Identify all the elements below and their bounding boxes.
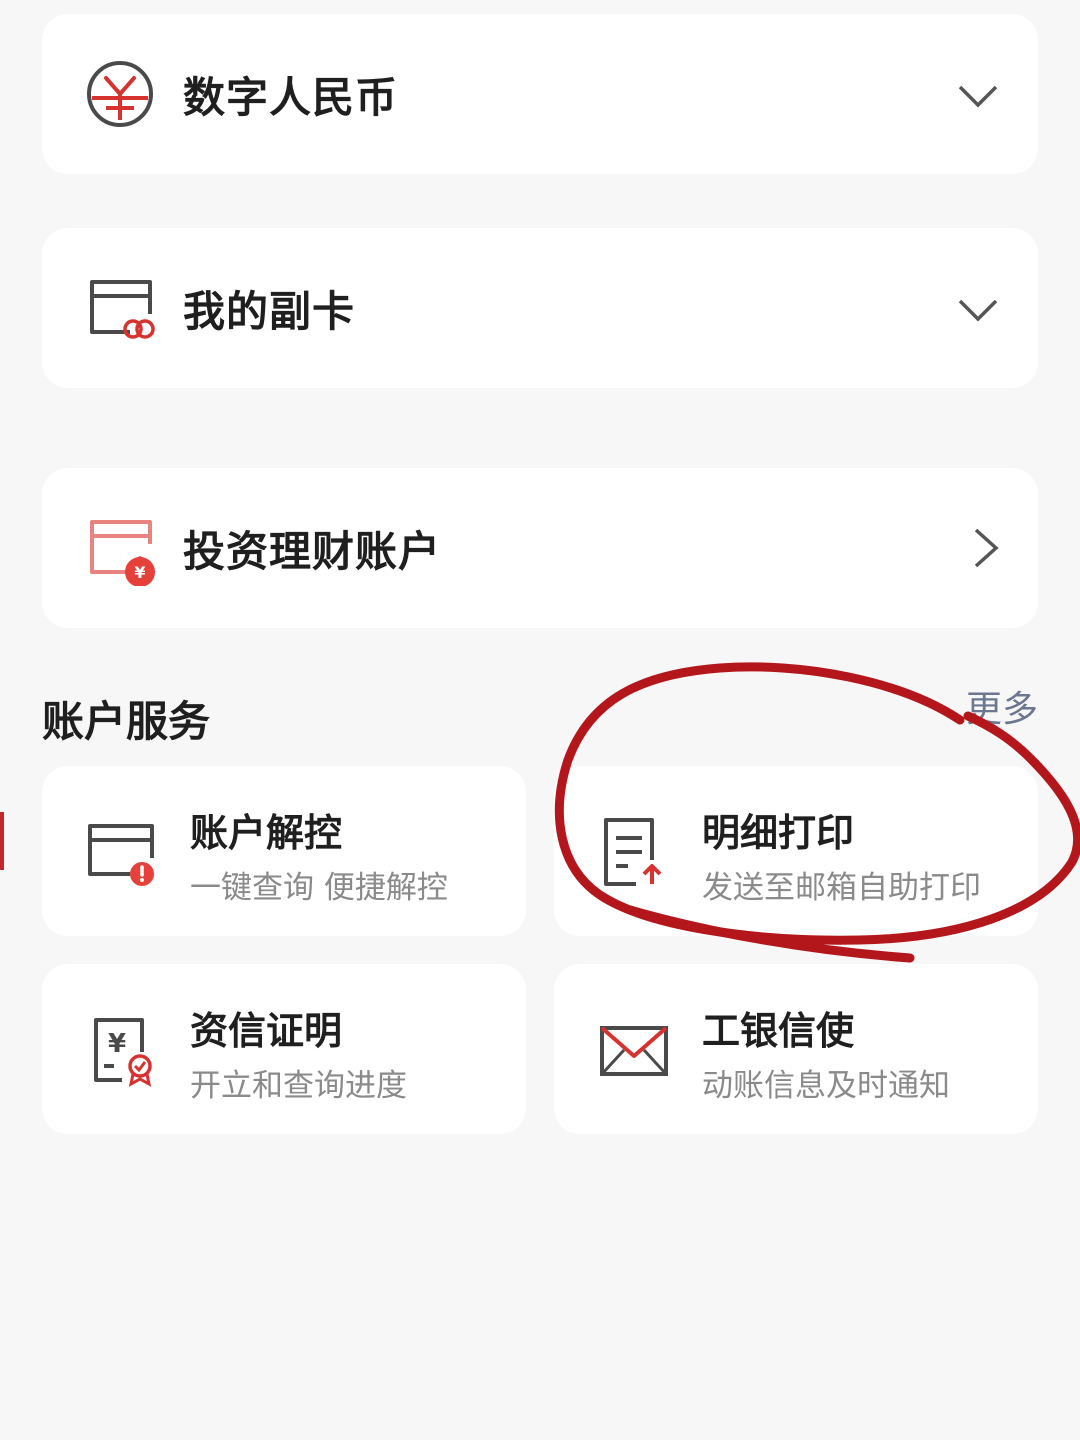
service-statement-print[interactable]: 明细打印 发送至邮箱自助打印 xyxy=(554,766,1038,936)
sub-card-label: 我的副卡 xyxy=(183,286,356,336)
service-title: 账户解控 xyxy=(190,811,343,855)
service-subtitle: 发送至邮箱自助打印 xyxy=(702,870,981,906)
sub-card-icon xyxy=(90,280,155,339)
digital-rmb-icon xyxy=(87,61,153,127)
digital-rmb-row[interactable]: 数字人民币 xyxy=(42,14,1038,174)
chevron-down-icon[interactable] xyxy=(956,74,1000,118)
digital-rmb-label: 数字人民币 xyxy=(183,72,399,122)
sub-card-row[interactable]: 我的副卡 xyxy=(42,228,1038,388)
service-title: 资信证明 xyxy=(190,1009,343,1053)
service-subtitle: 一键查询 便捷解控 xyxy=(190,870,448,906)
service-title: 明细打印 xyxy=(702,811,855,855)
service-subtitle: 动账信息及时通知 xyxy=(702,1068,950,1104)
statement-print-icon xyxy=(604,818,662,886)
investment-account-label: 投资理财账户 xyxy=(183,526,442,576)
chevron-right-icon[interactable] xyxy=(964,526,1008,570)
chevron-down-icon[interactable] xyxy=(956,288,1000,332)
edge-marker xyxy=(0,812,4,870)
svg-text:¥: ¥ xyxy=(134,563,145,582)
more-link[interactable]: 更多 xyxy=(966,680,1038,732)
service-credit-certificate[interactable]: ¥ 资信证明 开立和查询进度 xyxy=(42,964,526,1134)
svg-text:¥: ¥ xyxy=(108,1029,126,1059)
service-title: 工银信使 xyxy=(702,1009,855,1053)
service-account-unlock[interactable]: 账户解控 一键查询 便捷解控 xyxy=(42,766,526,936)
account-services-title: 账户服务 xyxy=(42,697,211,746)
investment-account-row[interactable]: ¥ 投资理财账户 xyxy=(42,468,1038,628)
account-unlock-icon xyxy=(88,824,154,886)
investment-account-icon: ¥ xyxy=(90,520,155,586)
service-icbc-messenger[interactable]: 工银信使 动账信息及时通知 xyxy=(554,964,1038,1134)
service-subtitle: 开立和查询进度 xyxy=(190,1068,407,1104)
mail-envelope-icon xyxy=(600,1026,668,1076)
credit-certificate-icon: ¥ xyxy=(94,1018,152,1087)
